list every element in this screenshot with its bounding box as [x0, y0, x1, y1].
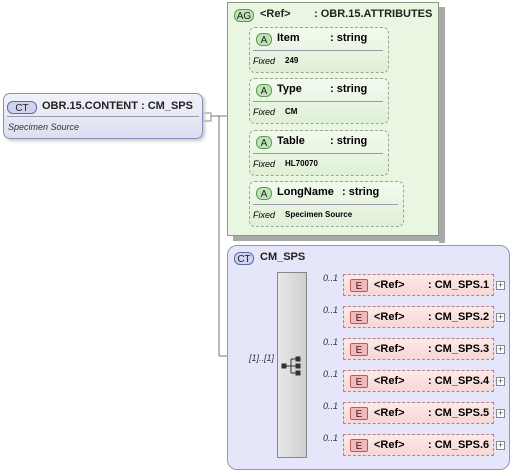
- element-cm-sps-1[interactable]: E <Ref> : CM_SPS.1: [343, 274, 494, 296]
- fixed-label: Fixed: [253, 56, 276, 66]
- element-cardinality: 0..1: [323, 273, 339, 283]
- attribute-longname[interactable]: A LongName : string Fixed Specimen Sourc…: [249, 181, 404, 227]
- attribute-group-name: : OBR.15.ATTRIBUTES: [314, 8, 433, 20]
- element-ref: <Ref>: [374, 439, 405, 451]
- sequence-icon: [281, 356, 301, 376]
- element-cardinality: 0..1: [323, 401, 339, 411]
- element-name: : CM_SPS.5: [428, 407, 490, 419]
- attribute-name: LongName: [277, 186, 334, 198]
- element-badge: E: [350, 343, 368, 356]
- expand-icon[interactable]: +: [496, 409, 505, 418]
- element-name: : CM_SPS.1: [428, 279, 490, 291]
- element-badge: E: [350, 311, 368, 324]
- fixed-value: HL70070: [285, 159, 318, 168]
- attribute-group-shadow: [233, 236, 445, 241]
- element-name: : CM_SPS.6: [428, 439, 490, 451]
- element-cardinality: 0..1: [323, 305, 339, 315]
- attribute-badge: A: [256, 187, 272, 200]
- divider: [253, 101, 383, 102]
- element-cm-sps-5[interactable]: E <Ref> : CM_SPS.5: [343, 402, 494, 424]
- element-badge: E: [350, 439, 368, 452]
- element-name: : CM_SPS.2: [428, 311, 490, 323]
- element-cm-sps-4[interactable]: E <Ref> : CM_SPS.4: [343, 370, 494, 392]
- attribute-group-badge: AG: [234, 9, 254, 22]
- element-cardinality: 0..1: [323, 369, 339, 379]
- element-ref: <Ref>: [374, 375, 405, 387]
- complex-type-badge: CT: [7, 101, 37, 114]
- attribute-table[interactable]: A Table : string Fixed HL70070: [249, 130, 389, 176]
- attribute-badge: A: [256, 136, 272, 149]
- divider: [253, 50, 383, 51]
- divider: [253, 204, 398, 205]
- fixed-value: 249: [285, 56, 299, 65]
- attribute-type: : string: [330, 83, 368, 95]
- expand-icon[interactable]: +: [496, 313, 505, 322]
- expand-icon[interactable]: +: [496, 377, 505, 386]
- element-cardinality: 0..1: [323, 433, 339, 443]
- fixed-value: Specimen Source: [285, 210, 353, 219]
- element-name: : CM_SPS.3: [428, 343, 490, 355]
- attribute-type: : string: [342, 186, 380, 198]
- attribute-group-ref: <Ref>: [260, 8, 291, 20]
- sequence-cardinality: [1]..[1]: [249, 353, 275, 363]
- attribute-type-attr[interactable]: A Type : string Fixed CM: [249, 78, 389, 124]
- element-ref: <Ref>: [374, 311, 405, 323]
- fixed-label: Fixed: [253, 210, 276, 220]
- attribute-name: Item: [277, 32, 300, 44]
- attribute-item[interactable]: A Item : string Fixed 249: [249, 27, 389, 73]
- element-ref: <Ref>: [374, 279, 405, 291]
- element-cardinality: 0..1: [323, 337, 339, 347]
- element-cm-sps-3[interactable]: E <Ref> : CM_SPS.3: [343, 338, 494, 360]
- element-cm-sps-6[interactable]: E <Ref> : CM_SPS.6: [343, 434, 494, 456]
- expand-icon[interactable]: +: [496, 281, 505, 290]
- fixed-label: Fixed: [253, 107, 276, 117]
- attribute-type: : string: [330, 135, 368, 147]
- sequence-compositor[interactable]: [277, 272, 307, 458]
- fixed-label: Fixed: [253, 159, 276, 169]
- complex-type-badge: CT: [234, 252, 254, 265]
- element-ref: <Ref>: [374, 343, 405, 355]
- complex-type-name: CM_SPS: [260, 251, 306, 263]
- expand-icon[interactable]: +: [496, 345, 505, 354]
- root-title: OBR.15.CONTENT : CM_SPS: [42, 100, 193, 112]
- element-badge: E: [350, 407, 368, 420]
- expand-icon[interactable]: +: [496, 441, 505, 450]
- attribute-type: : string: [330, 32, 368, 44]
- element-cm-sps-2[interactable]: E <Ref> : CM_SPS.2: [343, 306, 494, 328]
- root-subtitle: Specimen Source: [8, 122, 80, 132]
- element-badge: E: [350, 279, 368, 292]
- element-name: : CM_SPS.4: [428, 375, 490, 387]
- element-ref: <Ref>: [374, 407, 405, 419]
- divider: [7, 116, 199, 117]
- attribute-badge: A: [256, 84, 272, 97]
- fixed-value: CM: [285, 107, 298, 116]
- divider: [253, 153, 383, 154]
- attribute-name: Table: [277, 135, 305, 147]
- attribute-name: Type: [277, 83, 302, 95]
- root-complex-type[interactable]: CT OBR.15.CONTENT : CM_SPS Specimen Sour…: [3, 93, 203, 139]
- element-badge: E: [350, 375, 368, 388]
- attribute-badge: A: [256, 33, 272, 46]
- attribute-group-shadow-side: [439, 7, 445, 243]
